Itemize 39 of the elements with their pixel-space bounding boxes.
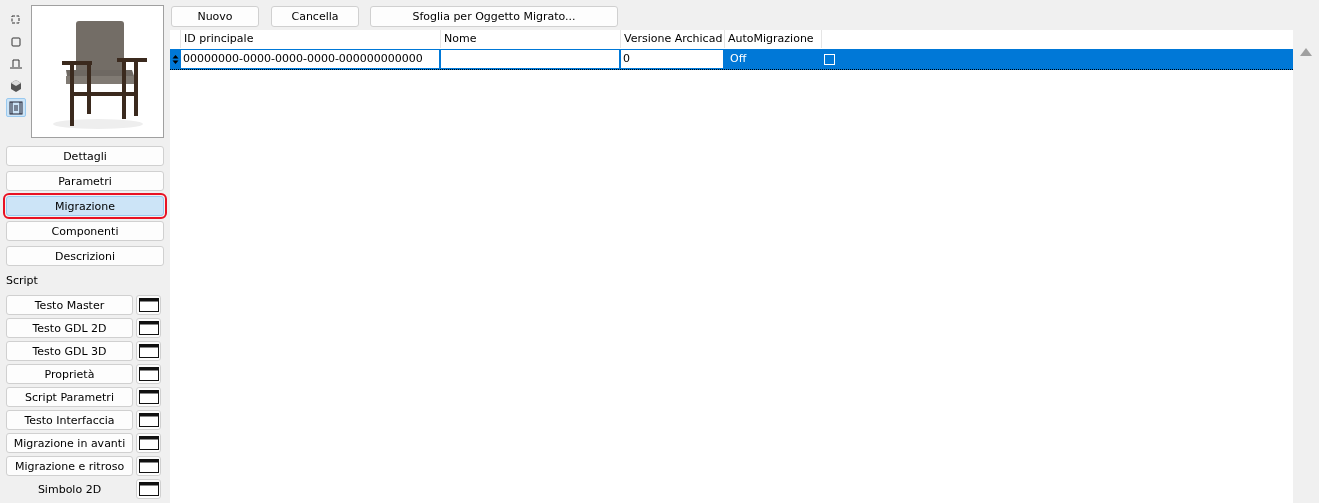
column-header[interactable]: ID principale [181,30,441,48]
toolbar-button[interactable]: Nuovo [171,6,259,27]
table-cell-text: Off [729,51,748,67]
script-button[interactable]: Migrazione in avanti [6,433,133,453]
column-header[interactable]: Nome [441,30,621,48]
checkbox[interactable] [824,53,835,65]
table-cell[interactable]: 00000000-0000-0000-0000-000000000000 [181,50,439,68]
script-button[interactable]: Script Parametri [6,387,133,407]
script-button[interactable]: Testo Master [6,295,133,315]
sort-handle-icon[interactable] [170,54,181,64]
window-icon[interactable] [136,295,161,315]
column-header[interactable]: Versione Archicad [621,30,725,48]
window-icon[interactable] [136,433,161,453]
window-icon[interactable] [136,479,161,499]
script-button[interactable]: Proprietà [6,364,133,384]
sidebar-tab[interactable]: Parametri [6,171,164,191]
window-icon[interactable] [136,341,161,361]
sidebar-tab[interactable]: Descrizioni [6,246,164,266]
sidebar-tab[interactable]: Migrazione [6,196,164,216]
script-button[interactable]: Testo Interfaccia [6,410,133,430]
sidebar-tab[interactable]: Dettagli [6,146,164,166]
script-button[interactable]: Testo GDL 2D [6,318,133,338]
section-heading: Script [6,274,39,288]
window-icon[interactable] [136,364,161,384]
table-cell[interactable]: 0 [621,50,723,68]
toolbar-button[interactable]: Sfoglia per Oggetto Migrato... [370,6,618,27]
script-button[interactable]: Migrazione e ritroso [6,456,133,476]
table-row[interactable]: 00000000-0000-0000-0000-000000000000 0 Off [170,49,1293,70]
window-icon[interactable] [136,318,161,338]
sidebar-tab[interactable]: Componenti [6,221,164,241]
table-cell[interactable] [441,50,619,68]
window-icon[interactable] [136,387,161,407]
window-icon[interactable] [136,410,161,430]
window-icon[interactable] [136,456,161,476]
script-button[interactable]: Testo GDL 3D [6,341,133,361]
toolbar-button[interactable]: Cancella [271,6,359,27]
script-button[interactable]: Simbolo 2D [6,479,133,499]
column-header[interactable]: AutoMigrazione [725,30,822,48]
film-list-icon[interactable] [6,98,26,117]
